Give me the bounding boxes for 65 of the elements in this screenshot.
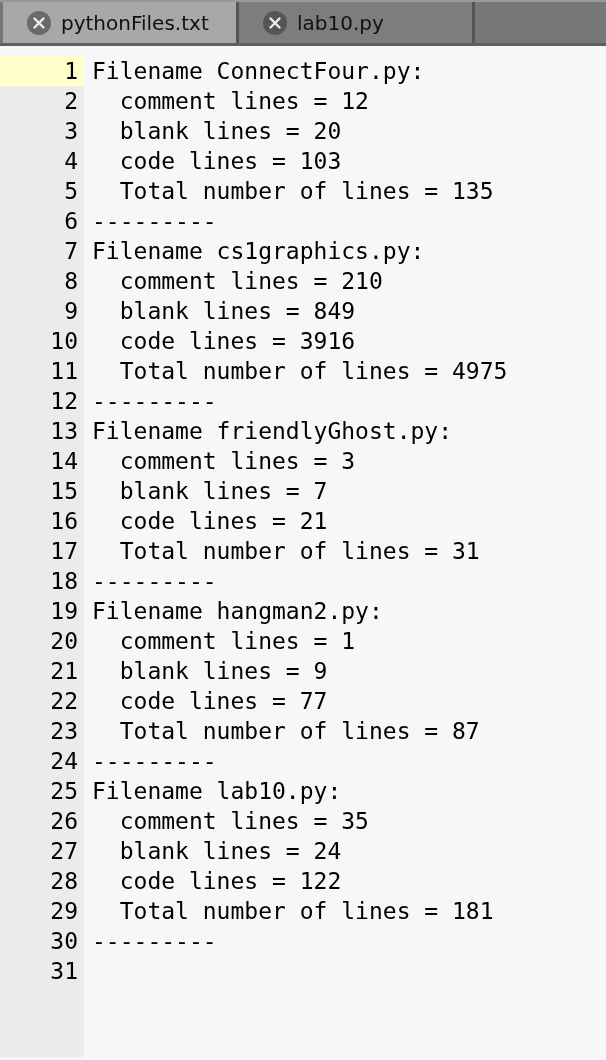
code-line: comment lines = 12 bbox=[118, 87, 370, 116]
code-line: comment lines = 35 bbox=[118, 807, 370, 836]
line-number: 15 bbox=[49, 477, 79, 506]
code-line: --------- bbox=[91, 747, 218, 776]
close-icon[interactable] bbox=[27, 10, 51, 35]
code-line: code lines = 3916 bbox=[118, 327, 357, 356]
code-line: blank lines = 24 bbox=[118, 837, 343, 866]
file-tab[interactable]: pythonFiles.txt bbox=[3, 2, 239, 43]
code-line: code lines = 21 bbox=[118, 507, 329, 536]
line-number: 19 bbox=[49, 597, 79, 626]
code-line: code lines = 77 bbox=[118, 687, 329, 716]
line-number: 28 bbox=[49, 867, 79, 896]
code-line: Total number of lines = 4975 bbox=[118, 357, 509, 386]
code-line: comment lines = 210 bbox=[118, 267, 384, 296]
code-line: comment lines = 3 bbox=[118, 447, 357, 476]
line-number: 20 bbox=[49, 627, 79, 656]
code-line: blank lines = 20 bbox=[118, 117, 343, 146]
code-line: --------- bbox=[91, 207, 218, 236]
code-line: Filename cs1graphics.py: bbox=[91, 237, 426, 266]
line-number: 7 bbox=[63, 237, 79, 266]
code-line: Total number of lines = 181 bbox=[118, 897, 495, 926]
line-number: 16 bbox=[49, 507, 79, 536]
line-number: 1 bbox=[0, 56, 84, 86]
line-number: 12 bbox=[49, 387, 79, 416]
code-line: --------- bbox=[91, 567, 218, 596]
code-line: --------- bbox=[91, 387, 218, 416]
line-number: 26 bbox=[49, 807, 79, 836]
line-number: 9 bbox=[63, 297, 79, 326]
code-line: Total number of lines = 87 bbox=[118, 717, 481, 746]
line-number: 8 bbox=[63, 267, 79, 296]
code-line: code lines = 122 bbox=[118, 867, 343, 896]
code-line: comment lines = 1 bbox=[118, 627, 357, 656]
code-line: Filename ConnectFour.py: bbox=[91, 57, 426, 86]
code-line: Total number of lines = 135 bbox=[118, 177, 495, 206]
line-number: 10 bbox=[49, 327, 79, 356]
line-number: 22 bbox=[49, 687, 79, 716]
code-line: Total number of lines = 31 bbox=[118, 537, 481, 566]
code-line: --------- bbox=[91, 927, 218, 956]
code-line: Filename lab10.py: bbox=[91, 777, 343, 806]
code-line: blank lines = 849 bbox=[118, 297, 357, 326]
line-number: 30 bbox=[49, 927, 79, 956]
line-number: 23 bbox=[49, 717, 79, 746]
line-number: 14 bbox=[49, 447, 79, 476]
line-number: 5 bbox=[63, 177, 79, 206]
line-number: 27 bbox=[49, 837, 79, 866]
close-icon[interactable] bbox=[263, 10, 287, 35]
line-number: 18 bbox=[49, 567, 79, 596]
line-number: 2 bbox=[63, 87, 79, 116]
line-number: 21 bbox=[49, 657, 79, 686]
line-number: 4 bbox=[63, 147, 79, 176]
line-number: 6 bbox=[63, 207, 79, 236]
code-line: blank lines = 7 bbox=[118, 477, 329, 506]
code-line: Filename friendlyGhost.py: bbox=[91, 417, 454, 446]
line-number: 31 bbox=[49, 957, 79, 986]
line-number: 17 bbox=[49, 537, 79, 566]
line-number: 25 bbox=[49, 777, 79, 806]
code-line: Filename hangman2.py: bbox=[91, 597, 384, 626]
line-number: 11 bbox=[49, 357, 79, 386]
code-line: blank lines = 9 bbox=[118, 657, 329, 686]
line-number: 29 bbox=[49, 897, 79, 926]
line-number: 24 bbox=[49, 747, 79, 776]
code-line: code lines = 103 bbox=[118, 147, 343, 176]
file-tab[interactable]: lab10.py bbox=[239, 2, 475, 43]
line-number: 13 bbox=[49, 417, 79, 446]
line-number: 3 bbox=[63, 117, 79, 146]
